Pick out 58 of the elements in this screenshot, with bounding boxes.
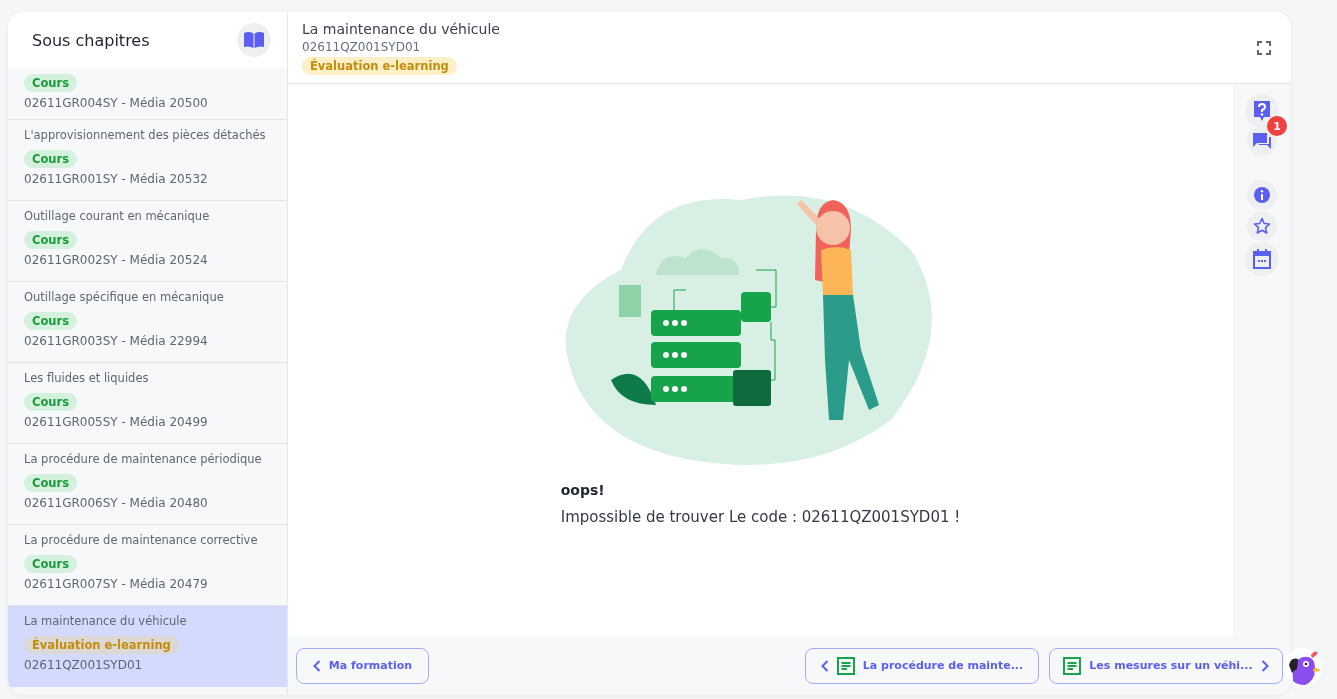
type-badge: Cours xyxy=(24,150,78,168)
calendar-button[interactable] xyxy=(1245,242,1279,276)
item-title: L'approvisionnement des pièces détachés xyxy=(24,128,266,142)
help-button[interactable] xyxy=(1245,94,1279,128)
document-icon xyxy=(836,656,855,675)
item-code: 02611GR004SY - Média 20500 xyxy=(24,96,208,110)
parrot-avatar-icon[interactable] xyxy=(1283,647,1323,687)
book-icon xyxy=(243,31,265,49)
item-code: 02611GR002SY - Média 20524 xyxy=(24,253,208,267)
calendar-icon xyxy=(1253,249,1271,269)
star-icon xyxy=(1253,217,1271,235)
sidebar-item[interactable]: La procédure de maintenance périodique Cours 02611GR006SY - Média 20480 xyxy=(8,444,287,525)
notification-count: 1 xyxy=(1267,116,1287,136)
item-title: La procédure de maintenance périodique xyxy=(24,452,262,466)
back-button[interactable]: Ma formation xyxy=(296,647,429,684)
page-title: La maintenance du véhicule xyxy=(302,20,500,37)
info-icon xyxy=(1253,186,1271,204)
page-code: 02611QZ001SYD01 xyxy=(302,39,421,54)
chevron-right-icon xyxy=(1260,659,1269,672)
sidebar-item[interactable]: Outillage spécifique en mécanique Cours 02611GR003SY - Média 22994 xyxy=(8,282,287,363)
type-badge: Cours xyxy=(24,393,78,411)
sidebar-item[interactable]: Les fluides et liquides Cours 02611GR005SY - Média 20499 xyxy=(8,363,287,444)
document-icon xyxy=(1063,656,1082,675)
info-button[interactable] xyxy=(1247,180,1277,210)
item-title: La procédure de maintenance corrective xyxy=(24,533,258,547)
next-button[interactable]: Les mesures sur un véhi... xyxy=(1049,647,1283,684)
error-message: Impossible de trouver Le code : 02611QZ001SYD01 ! xyxy=(560,508,961,526)
previous-button[interactable]: La procédure de mainte... xyxy=(805,647,1039,684)
sidebar-item[interactable]: La maintenance du véhicule Évaluation e-learning 02611QZ001SYD01 xyxy=(8,606,287,687)
item-code: 02611GR005SY - Média 20499 xyxy=(24,415,208,429)
item-code: 02611QZ001SYD01 xyxy=(24,658,143,672)
sidebar-item[interactable]: L'approvisionnement des pièces détachés Cours 02611GR001SY - Média 20532 xyxy=(8,120,287,201)
chevron-left-icon xyxy=(820,659,829,672)
chat-icon xyxy=(1252,132,1272,150)
sidebar-item[interactable]: Outillage courant en mécanique Cours 02611GR002SY - Média 20524 xyxy=(8,201,287,282)
item-title: Outillage courant en mécanique xyxy=(24,209,210,223)
item-title: Outillage spécifique en mécanique xyxy=(24,290,224,304)
item-title: Les fluides et liquides xyxy=(24,371,149,385)
favorite-button[interactable] xyxy=(1247,211,1277,241)
type-badge: Cours xyxy=(24,555,78,573)
type-badge: Cours xyxy=(24,312,78,330)
chevron-left-icon xyxy=(312,659,321,672)
item-code: 02611GR007SY - Média 20479 xyxy=(24,577,208,591)
item-code: 02611GR003SY - Média 22994 xyxy=(24,334,208,348)
book-button[interactable] xyxy=(237,23,271,57)
sidebar-title: Sous chapitres xyxy=(32,30,150,50)
type-badge: Cours xyxy=(24,74,78,92)
type-badge: Évaluation e-learning xyxy=(24,636,179,654)
error-title: oops! xyxy=(560,482,605,498)
item-title: La maintenance du véhicule xyxy=(24,614,187,628)
help-icon xyxy=(1252,100,1272,122)
item-code: 02611GR006SY - Média 20480 xyxy=(24,496,208,510)
sidebar-item[interactable]: Cours 02611GR004SY - Média 20500 xyxy=(8,68,287,120)
item-code: 02611GR001SY - Média 20532 xyxy=(24,172,208,186)
type-badge: Cours xyxy=(24,231,78,249)
type-badge: Cours xyxy=(24,474,78,492)
fullscreen-icon[interactable] xyxy=(1257,40,1271,55)
type-badge: Évaluation e-learning xyxy=(302,56,457,75)
